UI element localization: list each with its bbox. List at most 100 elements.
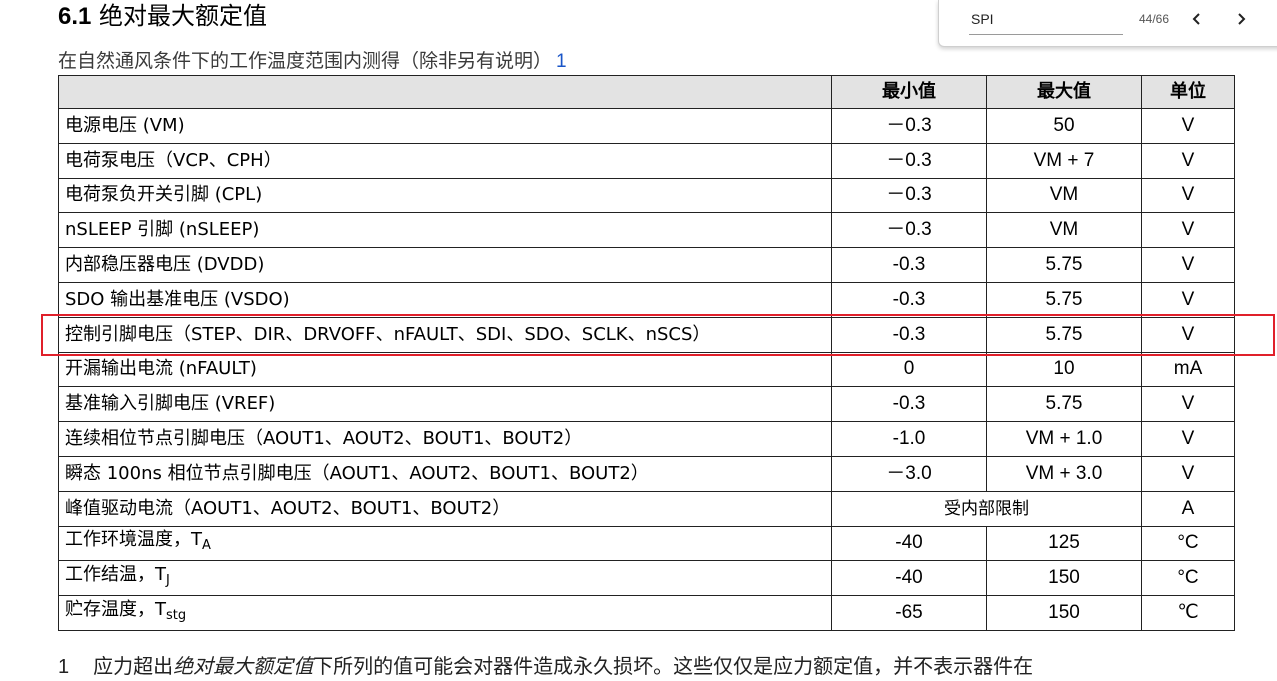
param-cell: 电荷泵电压（VCP、CPH） (58, 142, 832, 179)
chevron-left-icon (1192, 13, 1200, 25)
param-text: 开漏输出电流 (nFAULT) (65, 358, 257, 380)
min-cell: －0.3 (831, 177, 987, 214)
max-cell: VM (986, 177, 1142, 214)
footnote: 1 应力超出绝对最大额定值下所列的值可能会对器件造成永久损坏。这些仅仅是应力额定值… (58, 652, 1033, 681)
min-cell: -40 (831, 560, 987, 597)
max-cell: 5.75 (986, 281, 1142, 318)
param-cell: 工作环境温度，TA (58, 525, 832, 562)
table-row: 瞬态 100ns 相位节点引脚电压（AOUT1、AOUT2、BOUT1、BOUT… (58, 455, 1235, 492)
header-unit: 单位 (1141, 75, 1235, 109)
unit-cell: V (1141, 247, 1235, 283)
footnote-number: 1 (58, 656, 70, 678)
param-cell: 连续相位节点引脚电压（AOUT1、AOUT2、BOUT1、BOUT2） (58, 421, 832, 457)
param-cell: 贮存温度，Tstg (58, 595, 832, 631)
param-cell: 工作结温，TJ (58, 560, 832, 597)
param-cell: 电荷泵负开关引脚 (CPL) (58, 177, 832, 214)
header-max: 最大值 (986, 75, 1142, 109)
find-bar: 44/66 (938, 0, 1277, 47)
header-param (58, 75, 832, 109)
max-cell: 5.75 (986, 386, 1142, 423)
max-cell: VM + 1.0 (986, 421, 1142, 457)
param-text: 工作结温，T (65, 564, 166, 586)
header-min: 最小值 (831, 75, 987, 109)
footnote-link[interactable]: 1 (556, 51, 567, 72)
param-text: 电荷泵电压（VCP、CPH） (65, 149, 282, 171)
min-cell: -0.3 (831, 386, 987, 423)
footnote-text-before: 应力超出 (93, 654, 174, 678)
ratings-table: 最小值 最大值 单位 电源电压 (VM) －0.3 50 V 电荷泵电压（VCP、CPH… (58, 75, 1235, 631)
min-cell: -0.3 (831, 316, 987, 353)
footnote-emphasis: 绝对最大额定值 (173, 654, 314, 678)
unit-cell: °C (1141, 525, 1235, 562)
unit-cell: V (1141, 421, 1235, 457)
max-cell: 5.75 (986, 316, 1142, 353)
next-match-button[interactable] (1227, 6, 1255, 32)
table-row: 峰值驱动电流（AOUT1、AOUT2、BOUT1、BOUT2） 受内部限制 A (58, 490, 1235, 527)
max-cell: 10 (986, 351, 1142, 388)
max-cell: 125 (986, 525, 1142, 562)
max-cell: VM (986, 212, 1142, 249)
param-text: nSLEEP 引脚 (nSLEEP) (65, 219, 260, 241)
table-row: 开漏输出电流 (nFAULT) 0 10 mA (58, 351, 1235, 388)
table-row: SDO 输出基准电压 (VSDO) -0.3 5.75 V (58, 281, 1235, 318)
table-row: 电荷泵电压（VCP、CPH） －0.3 VM + 7V (58, 142, 1235, 179)
unit-cell: V (1141, 177, 1235, 214)
max-cell: 150 (986, 560, 1142, 597)
max-cell: 150 (986, 595, 1142, 631)
param-subscript: J (166, 573, 170, 589)
max-cell: VM + 3.0 (986, 455, 1142, 492)
param-cell: 控制引脚电压（STEP、DIR、DRVOFF、nFAULT、SDI、SDO、SC… (58, 316, 832, 353)
unit-cell: V (1141, 108, 1235, 144)
param-text: SDO 输出基准电压 (VSDO) (65, 288, 290, 310)
search-input[interactable] (969, 4, 1123, 35)
table-row: 连续相位节点引脚电压（AOUT1、AOUT2、BOUT1、BOUT2） -1.0 V… (58, 421, 1235, 457)
match-count: 44/66 (1139, 12, 1170, 26)
unit-cell: V (1141, 212, 1235, 249)
unit-cell: V (1141, 142, 1235, 179)
table-row: 工作结温，TJ -40 150 °C (58, 560, 1235, 597)
param-text: 基准输入引脚电压 (VREF) (65, 393, 276, 415)
param-text: 贮存温度，T (65, 599, 166, 621)
param-cell: 内部稳压器电压 (DVDD) (58, 247, 832, 283)
min-cell: －0.3 (831, 142, 987, 179)
unit-cell: V (1141, 316, 1235, 353)
min-cell: -0.3 (831, 247, 987, 283)
min-cell: －0.3 (831, 108, 987, 144)
param-cell: nSLEEP 引脚 (nSLEEP) (58, 212, 832, 249)
param-text: 控制引脚电压（STEP、DIR、DRVOFF、nFAULT、SDI、SDO、SC… (65, 323, 711, 345)
unit-cell: °C (1141, 560, 1235, 597)
table-row: 电荷泵负开关引脚 (CPL) －0.3 VM V (58, 177, 1235, 214)
param-text: 内部稳压器电压 (DVDD) (65, 254, 265, 276)
min-cell: -0.3 (831, 281, 987, 318)
unit-cell: ℃ (1141, 595, 1235, 631)
param-text: 连续相位节点引脚电压（AOUT1、AOUT2、BOUT1、BOUT2） (65, 428, 583, 450)
min-cell: －3.0 (831, 455, 987, 492)
table-row: nSLEEP 引脚 (nSLEEP) －0.3 VM V (58, 212, 1235, 249)
param-cell: 瞬态 100ns 相位节点引脚电压（AOUT1、AOUT2、BOUT1、BOUT… (58, 455, 832, 492)
min-cell: 0 (831, 351, 987, 388)
unit-cell: mA (1141, 351, 1235, 388)
table-row: 控制引脚电压（STEP、DIR、DRVOFF、nFAULT、SDI、SDO、SC… (58, 316, 1235, 353)
section-title-text: 绝对最大额定值 (99, 2, 268, 30)
min-cell: -40 (831, 525, 987, 562)
caption-text: 在自然通风条件下的工作温度范围内测得（除非另有说明） (58, 50, 553, 72)
unit-cell: A (1141, 490, 1235, 527)
param-cell: 峰值驱动电流（AOUT1、AOUT2、BOUT1、BOUT2） (58, 490, 832, 527)
max-cell: 50 (986, 108, 1142, 144)
param-text: 峰值驱动电流（AOUT1、AOUT2、BOUT1、BOUT2） (65, 497, 511, 519)
chevron-right-icon (1238, 13, 1246, 25)
param-subscript: stg (166, 608, 187, 624)
unit-cell: V (1141, 281, 1235, 318)
min-cell: -1.0 (831, 421, 987, 457)
table-caption: 在自然通风条件下的工作温度范围内测得（除非另有说明） 1 (58, 48, 567, 75)
max-cell: VM + 7 (986, 142, 1142, 179)
min-cell: -65 (831, 595, 987, 631)
min-cell: －0.3 (831, 212, 987, 249)
param-text: 工作环境温度，T (65, 529, 202, 551)
param-cell: 电源电压 (VM) (58, 108, 832, 144)
section-title: 6.1 绝对最大额定值 (58, 0, 267, 33)
footnote-text-after: 下所列的值可能会对器件造成永久损坏。这些仅仅是应力额定值，并不表示器件在 (313, 654, 1034, 678)
merged-value-cell: 受内部限制 (831, 490, 1142, 527)
table-row: 电源电压 (VM) －0.3 50 V (58, 108, 1235, 144)
previous-match-button[interactable] (1183, 6, 1211, 32)
